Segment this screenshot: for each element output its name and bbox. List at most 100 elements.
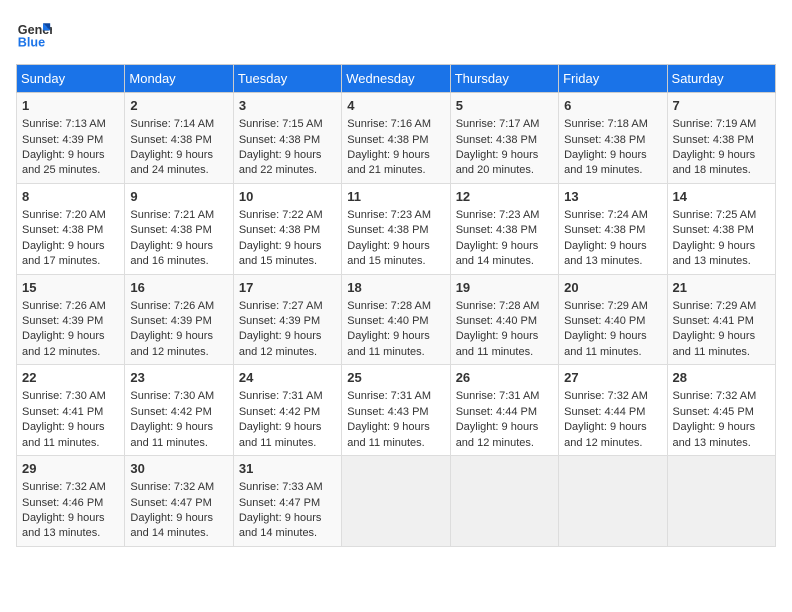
day-info: Sunrise: 7:27 AM Sunset: 4:39 PM Dayligh…: [239, 300, 323, 358]
day-info: Sunrise: 7:23 AM Sunset: 4:38 PM Dayligh…: [456, 209, 540, 267]
day-info: Sunrise: 7:32 AM Sunset: 4:46 PM Dayligh…: [22, 481, 106, 539]
svg-text:Blue: Blue: [18, 36, 45, 50]
day-info: Sunrise: 7:26 AM Sunset: 4:39 PM Dayligh…: [130, 300, 214, 358]
calendar-cell: [450, 456, 558, 547]
day-number: 10: [239, 188, 336, 206]
calendar-cell: [559, 456, 667, 547]
calendar-table: SundayMondayTuesdayWednesdayThursdayFrid…: [16, 64, 776, 547]
day-info: Sunrise: 7:20 AM Sunset: 4:38 PM Dayligh…: [22, 209, 106, 267]
day-info: Sunrise: 7:28 AM Sunset: 4:40 PM Dayligh…: [347, 300, 431, 358]
day-info: Sunrise: 7:22 AM Sunset: 4:38 PM Dayligh…: [239, 209, 323, 267]
day-number: 6: [564, 97, 661, 115]
page-header: General Blue: [16, 16, 776, 52]
logo: General Blue: [16, 16, 52, 52]
calendar-cell: 7Sunrise: 7:19 AM Sunset: 4:38 PM Daylig…: [667, 93, 775, 184]
day-header-saturday: Saturday: [667, 65, 775, 93]
day-number: 28: [673, 369, 770, 387]
calendar-cell: 27 Sunrise: 7:32 AM Sunset: 4:44 PM Dayli…: [559, 365, 667, 456]
day-info: Sunrise: 7:30 AM Sunset: 4:42 PM Dayligh…: [130, 390, 214, 448]
day-number: 13: [564, 188, 661, 206]
calendar-cell: 15Sunrise: 7:26 AM Sunset: 4:39 PM Dayli…: [17, 274, 125, 365]
calendar-cell: 28 Sunrise: 7:32 AM Sunset: 4:45 PM Dayli…: [667, 365, 775, 456]
calendar-cell: 29 Sunrise: 7:32 AM Sunset: 4:46 PM Dayli…: [17, 456, 125, 547]
calendar-cell: 2 Sunrise: 7:14 AM Sunset: 4:38 PM Daylig…: [125, 93, 233, 184]
calendar-week-row: 8 Sunrise: 7:20 AM Sunset: 4:38 PM Daylig…: [17, 183, 776, 274]
day-info: Sunrise: 7:16 AM Sunset: 4:38 PM Dayligh…: [347, 118, 431, 176]
day-number: 18: [347, 279, 444, 297]
calendar-cell: 10 Sunrise: 7:22 AM Sunset: 4:38 PM Dayli…: [233, 183, 341, 274]
day-header-monday: Monday: [125, 65, 233, 93]
day-number: 22: [22, 369, 119, 387]
calendar-cell: 1Sunrise: 7:13 AM Sunset: 4:39 PM Daylig…: [17, 93, 125, 184]
day-header-thursday: Thursday: [450, 65, 558, 93]
calendar-cell: 13 Sunrise: 7:24 AM Sunset: 4:38 PM Dayli…: [559, 183, 667, 274]
calendar-cell: 25 Sunrise: 7:31 AM Sunset: 4:43 PM Dayli…: [342, 365, 450, 456]
day-number: 11: [347, 188, 444, 206]
day-number: 8: [22, 188, 119, 206]
calendar-cell: 8 Sunrise: 7:20 AM Sunset: 4:38 PM Daylig…: [17, 183, 125, 274]
day-number: 26: [456, 369, 553, 387]
day-info: Sunrise: 7:28 AM Sunset: 4:40 PM Dayligh…: [456, 300, 540, 358]
day-info: Sunrise: 7:26 AM Sunset: 4:39 PM Dayligh…: [22, 300, 106, 358]
calendar-cell: 26 Sunrise: 7:31 AM Sunset: 4:44 PM Dayli…: [450, 365, 558, 456]
day-info: Sunrise: 7:32 AM Sunset: 4:44 PM Dayligh…: [564, 390, 648, 448]
day-info: Sunrise: 7:31 AM Sunset: 4:42 PM Dayligh…: [239, 390, 323, 448]
day-info: Sunrise: 7:21 AM Sunset: 4:38 PM Dayligh…: [130, 209, 214, 267]
calendar-week-row: 1Sunrise: 7:13 AM Sunset: 4:39 PM Daylig…: [17, 93, 776, 184]
calendar-cell: 6Sunrise: 7:18 AM Sunset: 4:38 PM Daylig…: [559, 93, 667, 184]
calendar-cell: 14Sunrise: 7:25 AM Sunset: 4:38 PM Dayli…: [667, 183, 775, 274]
day-header-tuesday: Tuesday: [233, 65, 341, 93]
day-header-sunday: Sunday: [17, 65, 125, 93]
day-info: Sunrise: 7:13 AM Sunset: 4:39 PM Dayligh…: [22, 118, 106, 176]
calendar-week-row: 29 Sunrise: 7:32 AM Sunset: 4:46 PM Dayli…: [17, 456, 776, 547]
day-header-wednesday: Wednesday: [342, 65, 450, 93]
calendar-cell: 18 Sunrise: 7:28 AM Sunset: 4:40 PM Dayli…: [342, 274, 450, 365]
day-number: 5: [456, 97, 553, 115]
day-info: Sunrise: 7:15 AM Sunset: 4:38 PM Dayligh…: [239, 118, 323, 176]
day-number: 14: [673, 188, 770, 206]
day-number: 4: [347, 97, 444, 115]
day-number: 25: [347, 369, 444, 387]
calendar-header-row: SundayMondayTuesdayWednesdayThursdayFrid…: [17, 65, 776, 93]
calendar-cell: 4 Sunrise: 7:16 AM Sunset: 4:38 PM Daylig…: [342, 93, 450, 184]
day-number: 29: [22, 460, 119, 478]
calendar-cell: 24 Sunrise: 7:31 AM Sunset: 4:42 PM Dayli…: [233, 365, 341, 456]
calendar-cell: [342, 456, 450, 547]
calendar-cell: 22Sunrise: 7:30 AM Sunset: 4:41 PM Dayli…: [17, 365, 125, 456]
calendar-cell: 23Sunrise: 7:30 AM Sunset: 4:42 PM Dayli…: [125, 365, 233, 456]
day-number: 12: [456, 188, 553, 206]
day-info: Sunrise: 7:33 AM Sunset: 4:47 PM Dayligh…: [239, 481, 323, 539]
day-number: 19: [456, 279, 553, 297]
day-header-friday: Friday: [559, 65, 667, 93]
day-number: 9: [130, 188, 227, 206]
calendar-week-row: 22Sunrise: 7:30 AM Sunset: 4:41 PM Dayli…: [17, 365, 776, 456]
calendar-cell: 21 Sunrise: 7:29 AM Sunset: 4:41 PM Dayli…: [667, 274, 775, 365]
day-info: Sunrise: 7:24 AM Sunset: 4:38 PM Dayligh…: [564, 209, 648, 267]
day-number: 7: [673, 97, 770, 115]
day-number: 30: [130, 460, 227, 478]
calendar-cell: 9 Sunrise: 7:21 AM Sunset: 4:38 PM Daylig…: [125, 183, 233, 274]
day-info: Sunrise: 7:32 AM Sunset: 4:45 PM Dayligh…: [673, 390, 757, 448]
calendar-cell: 31 Sunrise: 7:33 AM Sunset: 4:47 PM Dayli…: [233, 456, 341, 547]
day-number: 21: [673, 279, 770, 297]
day-info: Sunrise: 7:32 AM Sunset: 4:47 PM Dayligh…: [130, 481, 214, 539]
day-info: Sunrise: 7:29 AM Sunset: 4:40 PM Dayligh…: [564, 300, 648, 358]
calendar-cell: 12 Sunrise: 7:23 AM Sunset: 4:38 PM Dayli…: [450, 183, 558, 274]
day-info: Sunrise: 7:29 AM Sunset: 4:41 PM Dayligh…: [673, 300, 757, 358]
calendar-cell: 3 Sunrise: 7:15 AM Sunset: 4:38 PM Daylig…: [233, 93, 341, 184]
day-number: 27: [564, 369, 661, 387]
day-number: 24: [239, 369, 336, 387]
calendar-cell: 17 Sunrise: 7:27 AM Sunset: 4:39 PM Dayli…: [233, 274, 341, 365]
day-info: Sunrise: 7:23 AM Sunset: 4:38 PM Dayligh…: [347, 209, 431, 267]
day-number: 3: [239, 97, 336, 115]
day-info: Sunrise: 7:31 AM Sunset: 4:44 PM Dayligh…: [456, 390, 540, 448]
calendar-cell: [667, 456, 775, 547]
day-number: 17: [239, 279, 336, 297]
day-number: 2: [130, 97, 227, 115]
calendar-cell: 5Sunrise: 7:17 AM Sunset: 4:38 PM Daylig…: [450, 93, 558, 184]
day-info: Sunrise: 7:14 AM Sunset: 4:38 PM Dayligh…: [130, 118, 214, 176]
day-number: 31: [239, 460, 336, 478]
calendar-cell: 20Sunrise: 7:29 AM Sunset: 4:40 PM Dayli…: [559, 274, 667, 365]
day-info: Sunrise: 7:31 AM Sunset: 4:43 PM Dayligh…: [347, 390, 431, 448]
calendar-cell: 16Sunrise: 7:26 AM Sunset: 4:39 PM Dayli…: [125, 274, 233, 365]
